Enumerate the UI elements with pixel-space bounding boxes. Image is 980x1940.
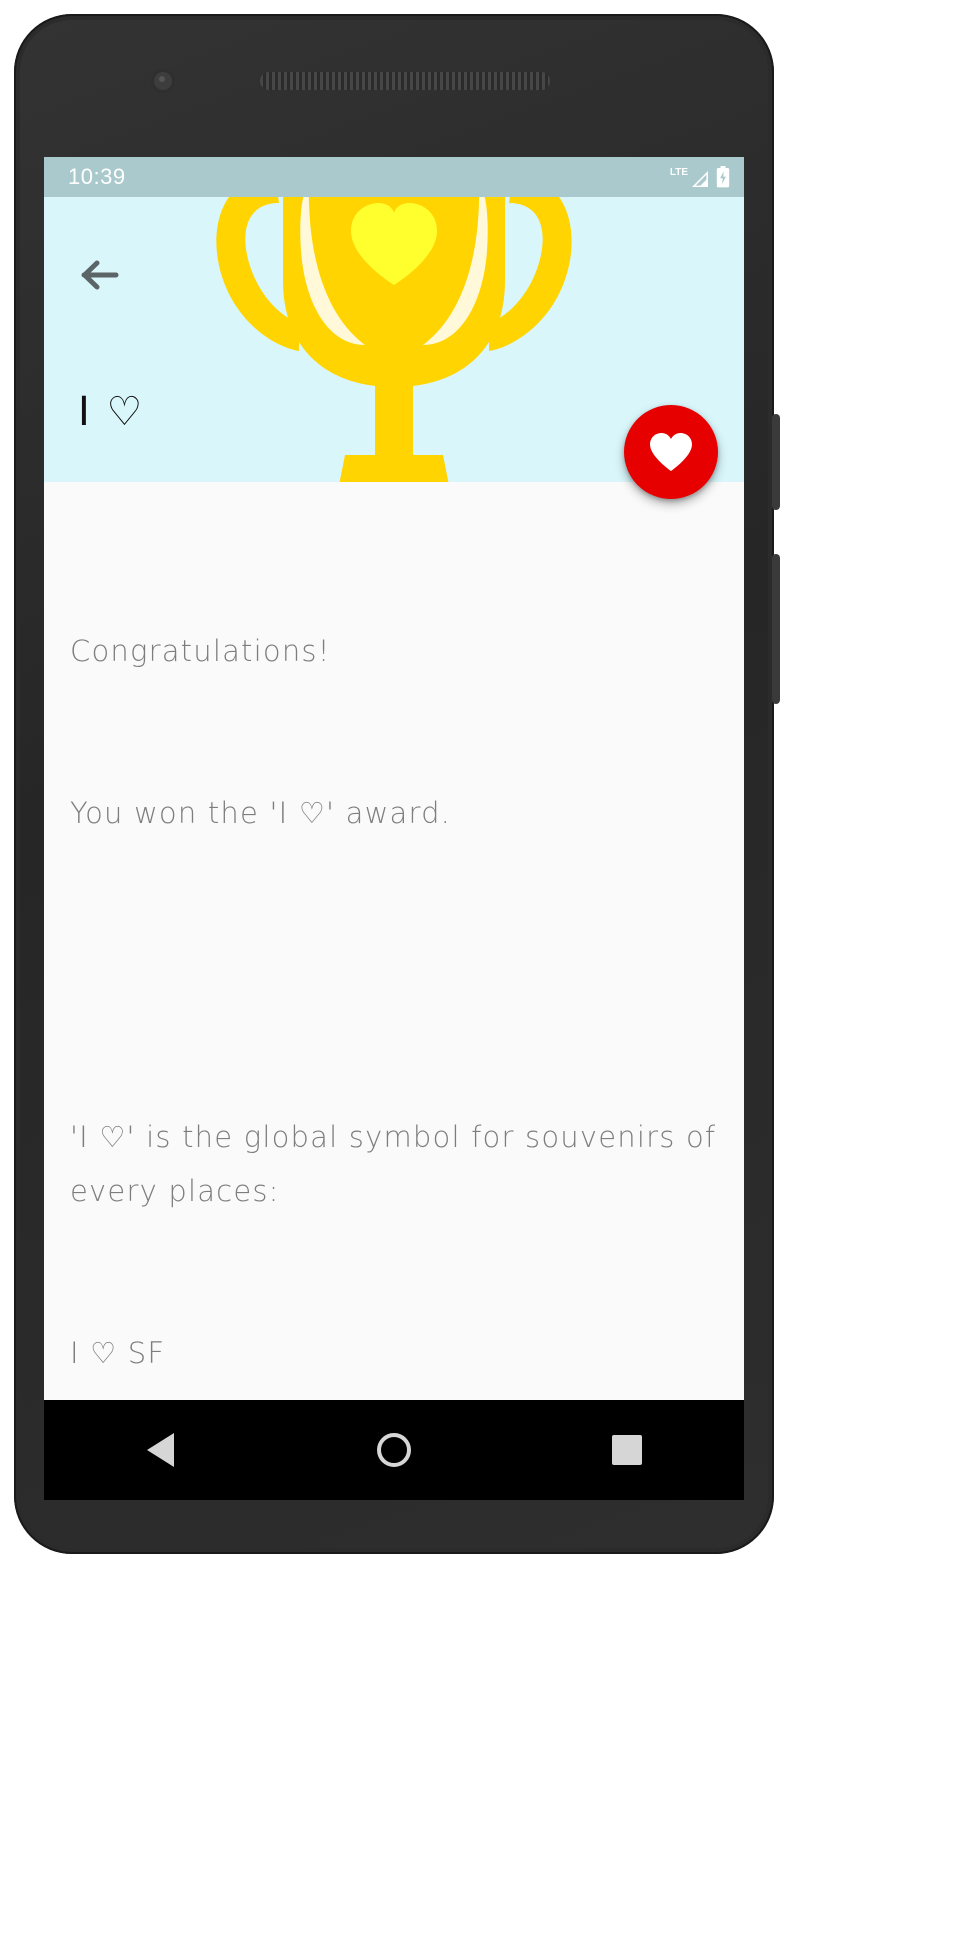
award-body-content: Congratulations! You won the 'I ♡' award… — [44, 482, 744, 1400]
lte-icon: LTE — [669, 167, 688, 178]
paragraph-symbol-intro: 'I ♡' is the global symbol for souvenirs… — [70, 1120, 727, 1208]
nav-home-button[interactable] — [339, 1415, 449, 1485]
earpiece-speaker — [260, 72, 550, 90]
paragraph-spacer-1 — [70, 948, 718, 1002]
android-navigation-bar — [44, 1400, 744, 1500]
heart-icon — [650, 433, 692, 471]
page-title: I ♡ — [78, 389, 145, 435]
nav-back-button[interactable] — [106, 1415, 216, 1485]
status-bar-icons: LTE — [670, 166, 730, 188]
screenshot-root: 10:39 LTE I ♡ Congratulations! You won t… — [0, 0, 980, 1940]
paragraph-award-line: You won the 'I ♡' award. — [70, 796, 452, 830]
trophy-with-heart-icon — [179, 197, 609, 482]
status-bar: 10:39 LTE — [44, 157, 744, 197]
volume-button[interactable] — [772, 554, 780, 704]
arrow-left-icon — [81, 260, 119, 290]
battery-charging-icon — [716, 166, 730, 188]
square-recents-icon — [612, 1435, 643, 1465]
signal-bars-icon — [689, 170, 709, 188]
triangle-back-icon — [147, 1433, 175, 1467]
lte-signal-group: LTE — [670, 168, 709, 188]
back-button[interactable] — [72, 247, 128, 303]
status-bar-clock: 10:39 — [68, 164, 126, 189]
nav-recents-button[interactable] — [572, 1415, 682, 1485]
favorite-fab-button[interactable] — [624, 405, 718, 499]
list-item-place-sf: I ♡ SF — [70, 1336, 166, 1370]
award-text-block: Congratulations! You won the 'I ♡' award… — [70, 516, 718, 1400]
paragraph-congrats: Congratulations! — [70, 634, 331, 668]
phone-screen: 10:39 LTE I ♡ Congratulations! You won t… — [44, 157, 744, 1400]
power-button[interactable] — [772, 414, 780, 510]
front-camera-icon — [154, 72, 172, 90]
circle-home-icon — [376, 1433, 411, 1467]
